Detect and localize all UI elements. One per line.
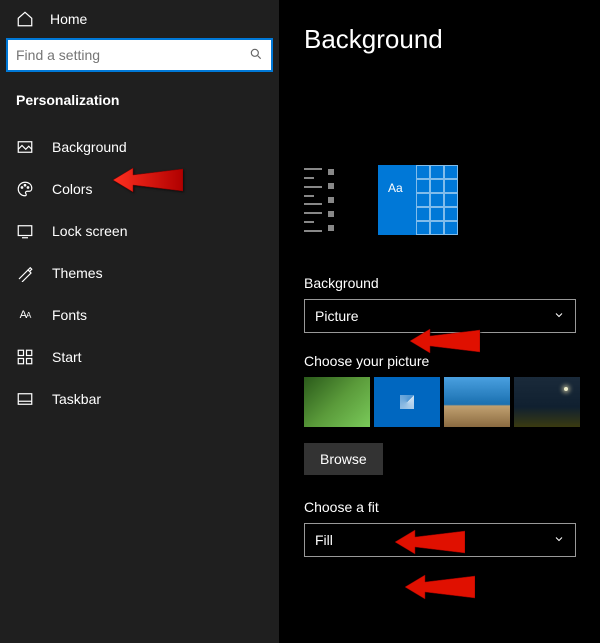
- preview-thumbnail-dark[interactable]: [304, 165, 360, 235]
- search-input[interactable]: [16, 47, 249, 63]
- picture-thumb-4[interactable]: [514, 377, 580, 427]
- nav-label: Lock screen: [52, 223, 127, 239]
- sidebar-item-fonts[interactable]: AA Fonts: [0, 294, 279, 336]
- chevron-down-icon: [553, 533, 565, 548]
- nav-label: Fonts: [52, 307, 87, 323]
- sidebar-item-lockscreen[interactable]: Lock screen: [0, 210, 279, 252]
- choose-picture-label: Choose your picture: [304, 353, 580, 369]
- sidebar: Home Personalization Background Colors: [0, 0, 280, 643]
- browse-button[interactable]: Browse: [304, 443, 383, 475]
- themes-icon: [16, 264, 34, 282]
- preview-thumbnail-accent[interactable]: Aa: [378, 165, 458, 235]
- home-label: Home: [50, 11, 87, 27]
- section-header: Personalization: [0, 78, 279, 118]
- nav-label: Background: [52, 139, 127, 155]
- background-select-value: Picture: [315, 308, 359, 324]
- taskbar-icon: [16, 390, 34, 408]
- main-panel: Background Aa Background Picture Choose …: [280, 0, 600, 643]
- picture-thumb-1[interactable]: [304, 377, 370, 427]
- start-icon: [16, 348, 34, 366]
- search-box[interactable]: [6, 38, 273, 72]
- picture-thumb-2[interactable]: [374, 377, 440, 427]
- picture-icon: [16, 138, 34, 156]
- sidebar-item-themes[interactable]: Themes: [0, 252, 279, 294]
- fonts-icon: AA: [16, 306, 34, 324]
- nav-label: Start: [52, 349, 82, 365]
- preview-sample-text: Aa: [388, 181, 403, 195]
- nav-list: Background Colors Lock screen Themes AA …: [0, 118, 279, 420]
- fit-select-value: Fill: [315, 532, 333, 548]
- home-icon: [16, 10, 34, 28]
- picture-thumbnails: [304, 377, 580, 427]
- search-icon: [249, 47, 263, 64]
- palette-icon: [16, 180, 34, 198]
- choose-fit-label: Choose a fit: [304, 499, 580, 515]
- sidebar-item-start[interactable]: Start: [0, 336, 279, 378]
- search-wrap: [0, 38, 279, 78]
- fit-select[interactable]: Fill: [304, 523, 576, 557]
- nav-label: Colors: [52, 181, 92, 197]
- lockscreen-icon: [16, 222, 34, 240]
- background-label: Background: [304, 275, 580, 291]
- sidebar-item-background[interactable]: Background: [0, 126, 279, 168]
- picture-thumb-3[interactable]: [444, 377, 510, 427]
- home-nav[interactable]: Home: [0, 0, 279, 38]
- nav-label: Themes: [52, 265, 103, 281]
- chevron-down-icon: [553, 309, 565, 324]
- sidebar-item-colors[interactable]: Colors: [0, 168, 279, 210]
- page-title: Background: [304, 24, 580, 55]
- preview-row: Aa: [304, 165, 580, 235]
- nav-label: Taskbar: [52, 391, 101, 407]
- background-select[interactable]: Picture: [304, 299, 576, 333]
- sidebar-item-taskbar[interactable]: Taskbar: [0, 378, 279, 420]
